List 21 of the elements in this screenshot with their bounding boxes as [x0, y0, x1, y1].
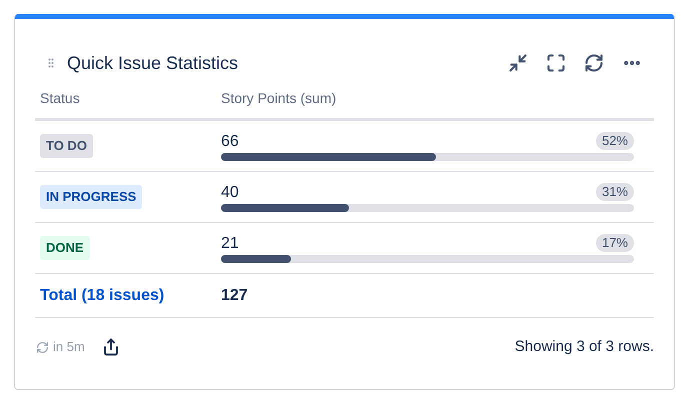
- percent-badge: 52%: [596, 132, 634, 150]
- column-header: Status: [39, 89, 81, 108]
- status-lozenge: TO DO: [40, 134, 93, 158]
- widget-title: Quick Issue Statistics: [67, 52, 240, 74]
- collapse-icon[interactable]: [508, 53, 528, 73]
- total-link[interactable]: Total (18 issues): [35, 284, 221, 308]
- auto-refresh-icon: [36, 340, 49, 354]
- row-count-text: Showing 3 of 3 rows.: [514, 336, 654, 357]
- refresh-icon[interactable]: [584, 53, 604, 73]
- expand-icon[interactable]: [546, 53, 566, 73]
- export-icon[interactable]: [102, 338, 120, 356]
- story-points-value: 21: [221, 234, 239, 254]
- total-value: 127: [221, 286, 248, 306]
- story-points-value: 40: [221, 182, 239, 202]
- story-points-value: 66: [221, 132, 239, 152]
- percent-badge: 17%: [596, 234, 634, 252]
- status-lozenge: DONE: [40, 236, 90, 260]
- refresh-interval: in 5m: [53, 338, 85, 356]
- status-lozenge: IN PROGRESS: [40, 185, 142, 208]
- percent-badge: 31%: [596, 182, 634, 200]
- column-header: Story Points (sum): [221, 89, 336, 108]
